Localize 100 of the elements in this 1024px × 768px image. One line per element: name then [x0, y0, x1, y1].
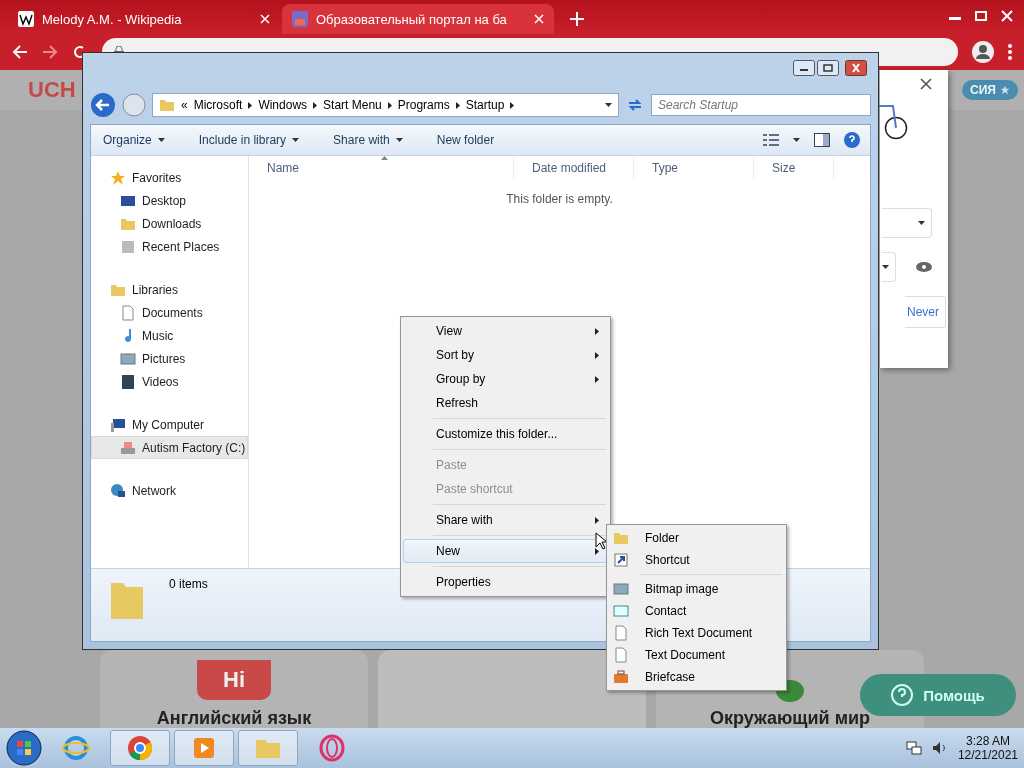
picture-icon: [120, 350, 136, 367]
breadcrumb-bar[interactable]: « Microsoft Windows Start Menu Programs Startup: [152, 93, 619, 117]
more-menu-icon[interactable]: [1008, 44, 1012, 60]
overflow-chevron[interactable]: «: [181, 98, 188, 112]
view-options-icon[interactable]: [763, 134, 779, 146]
folder-icon: [159, 97, 175, 113]
nav-item[interactable]: Music: [91, 324, 248, 347]
preview-pane-icon[interactable]: [814, 133, 830, 147]
mouse-cursor-icon: [595, 532, 607, 550]
column-header[interactable]: Date modified: [514, 156, 634, 180]
speech-bubble: Hi: [197, 660, 271, 700]
column-header[interactable]: Name: [249, 156, 514, 180]
breadcrumb-item[interactable]: Startup: [465, 98, 505, 112]
caret-icon: [918, 221, 925, 225]
caret-icon: [292, 138, 300, 142]
profile-icon[interactable]: [972, 41, 994, 63]
submenu-arrow-icon: [595, 351, 599, 359]
empty-folder-message: This folder is empty.: [506, 192, 613, 206]
menu-item[interactable]: Refresh: [403, 391, 608, 415]
submenu-arrow-icon: [595, 375, 599, 383]
minimize-icon[interactable]: [793, 60, 815, 76]
back-arrow-icon[interactable]: [12, 44, 28, 60]
new-tab-plus-icon[interactable]: [570, 12, 584, 26]
picture-icon: [613, 581, 629, 597]
sort-arrow-icon: [381, 156, 388, 160]
nav-item[interactable]: Network: [91, 479, 248, 502]
caret-icon: [882, 265, 889, 269]
star-icon: [110, 169, 126, 186]
close-icon[interactable]: [920, 78, 932, 90]
opera-icon[interactable]: [318, 734, 346, 762]
subject-card[interactable]: Hi Английский язык: [100, 650, 368, 728]
film-icon: [120, 373, 136, 390]
never-button[interactable]: Never: [905, 296, 946, 328]
maximize-icon[interactable]: [817, 60, 839, 76]
toolbar-button[interactable]: Organize: [101, 131, 167, 149]
item-count: 0 items: [169, 577, 208, 591]
question-icon: [891, 684, 914, 706]
menu-item[interactable]: Share with: [403, 508, 608, 532]
card-title: Английский язык: [156, 708, 312, 728]
caret-icon: [605, 103, 612, 107]
breadcrumb-item[interactable]: Start Menu: [323, 98, 382, 112]
nav-item[interactable]: Autism Factory (C:): [91, 436, 248, 459]
bicycle-drawing: [878, 104, 908, 140]
nav-item[interactable]: Favorites: [91, 166, 248, 189]
wikipedia-w-icon: [18, 11, 34, 27]
toolbar-button[interactable]: New folder: [434, 131, 497, 149]
toolbar-button[interactable]: Include in library: [196, 131, 302, 149]
select-field[interactable]: [882, 208, 932, 238]
nav-item[interactable]: Downloads: [91, 212, 248, 235]
column-header[interactable]: Size: [754, 156, 834, 180]
chrome-icon[interactable]: [126, 734, 154, 762]
network-icon[interactable]: [905, 740, 922, 756]
menu-item[interactable]: Rich Text Document: [609, 622, 784, 644]
nav-item[interactable]: Pictures: [91, 347, 248, 370]
menu-item[interactable]: View: [403, 319, 608, 343]
menu-item[interactable]: Shortcut: [609, 549, 784, 571]
document-icon: [120, 304, 136, 321]
submenu-arrow-icon: [455, 101, 460, 109]
computer-icon: [110, 416, 126, 433]
menu-item[interactable]: Contact: [609, 600, 784, 622]
caret-icon: [395, 138, 403, 142]
site-logo: UCH: [28, 77, 76, 103]
nav-item[interactable]: Desktop: [91, 189, 248, 212]
document-icon: [613, 625, 629, 641]
column-header[interactable]: Type: [634, 156, 754, 180]
submenu-arrow-icon: [510, 101, 515, 109]
submenu-arrow-icon: [595, 547, 599, 555]
search-field[interactable]: Search Startup: [651, 94, 871, 116]
contact-card-icon: [613, 603, 629, 619]
caret-icon: [793, 138, 800, 142]
help-icon[interactable]: [844, 132, 860, 148]
eye-icon[interactable]: [916, 262, 932, 272]
breadcrumb-item[interactable]: Microsoft: [193, 98, 243, 112]
site-favicon-icon: [292, 11, 308, 27]
menu-item[interactable]: New: [403, 539, 608, 563]
briefcase-icon: [613, 669, 629, 685]
nav-item[interactable]: Recent Places: [91, 235, 248, 258]
nav-item[interactable]: Videos: [91, 370, 248, 393]
folder-icon: [613, 530, 629, 546]
menu-item[interactable]: Sort by: [403, 343, 608, 367]
nav-item[interactable]: My Computer: [91, 413, 248, 436]
submenu-arrow-icon: [387, 101, 392, 109]
breadcrumb-item[interactable]: Windows: [258, 98, 308, 112]
menu-item[interactable]: Folder: [609, 527, 784, 549]
speaker-icon[interactable]: [931, 740, 948, 756]
clock[interactable]: 3:28 AM 12/21/2021: [957, 734, 1018, 762]
select-field[interactable]: [882, 252, 896, 282]
start-orb-icon[interactable]: [6, 730, 42, 766]
menu-item[interactable]: Bitmap image: [609, 578, 784, 600]
nav-item[interactable]: Documents: [91, 301, 248, 324]
breadcrumb-item[interactable]: Programs: [397, 98, 450, 112]
submenu-arrow-icon: [313, 101, 318, 109]
menu-item[interactable]: Properties: [403, 570, 608, 594]
toolbar-button[interactable]: Share with: [331, 131, 405, 149]
browser-tab[interactable]: Melody A.M. - Wikipedia: [8, 4, 280, 34]
nav-item[interactable]: Libraries: [91, 278, 248, 301]
menu-item[interactable]: Group by: [403, 367, 608, 391]
browser-tab[interactable]: Образовательный портал на ба: [282, 4, 554, 34]
document-icon: [613, 647, 629, 663]
menu-item[interactable]: Customize this folder...: [403, 422, 608, 446]
